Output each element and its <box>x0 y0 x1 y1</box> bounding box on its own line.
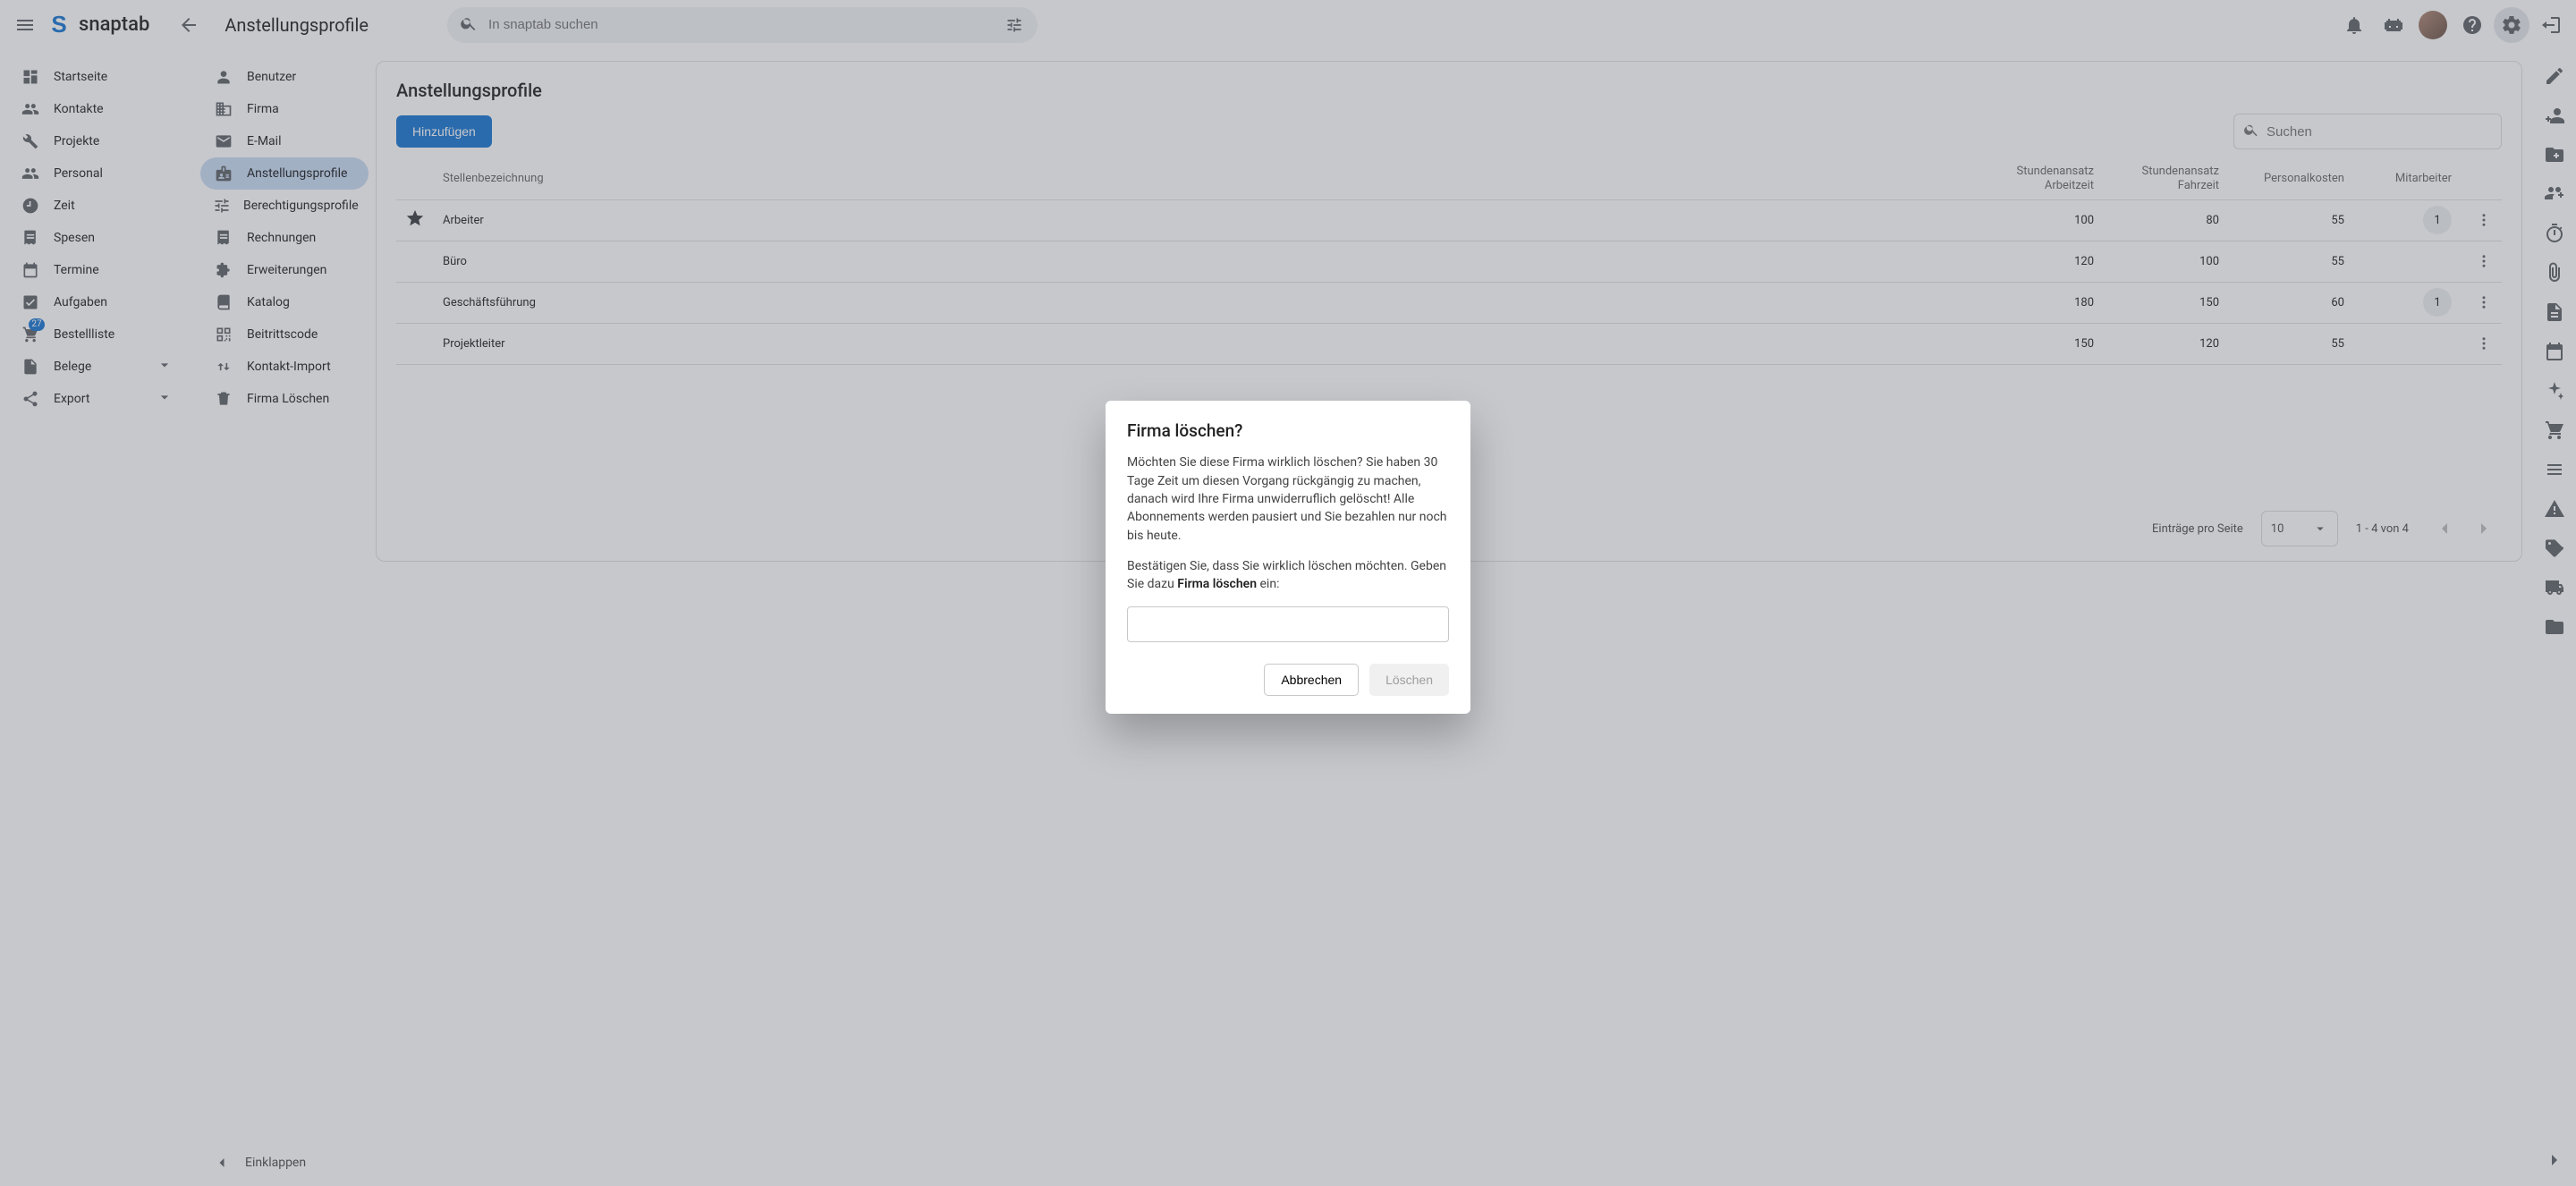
dialog-body-1: Möchten Sie diese Firma wirklich löschen… <box>1127 453 1449 544</box>
delete-company-dialog: Firma löschen? Möchten Sie diese Firma w… <box>1106 401 1470 713</box>
dialog-confirm-input[interactable] <box>1127 606 1449 642</box>
dialog-cancel-button[interactable]: Abbrechen <box>1264 664 1359 696</box>
dialog-confirm-button[interactable]: Löschen <box>1369 664 1449 696</box>
dialog-scrim[interactable]: Firma löschen? Möchten Sie diese Firma w… <box>0 0 2576 1186</box>
dialog-body-2: Bestätigen Sie, dass Sie wirklich lösche… <box>1127 557 1449 594</box>
dialog-title: Firma löschen? <box>1127 420 1449 441</box>
